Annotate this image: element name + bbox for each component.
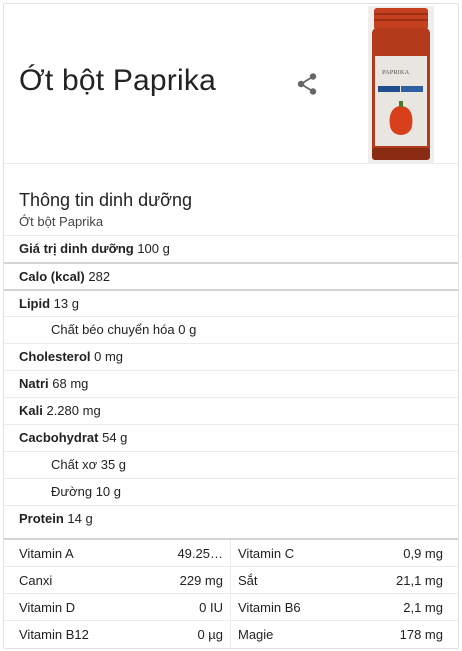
row-label: Giá trị dinh dưỡng <box>19 241 134 256</box>
product-image[interactable]: PAPRIKA <box>368 6 434 163</box>
vitamin-value: 0 µg <box>197 627 223 642</box>
panel-header: Ớt bột Paprika PAPRIKA <box>4 4 458 164</box>
row-label: Đường <box>51 484 93 499</box>
row-value: 282 <box>88 269 111 284</box>
vitamin-name: Sắt <box>238 573 258 588</box>
nutrition-row: Kali 2.280 mg <box>4 397 458 424</box>
row-label: Chất xơ <box>51 457 98 472</box>
vitamin-row: Vitamin D 0 IU Vitamin B6 2,1 mg <box>4 594 458 621</box>
vitamin-name: Vitamin B12 <box>19 627 89 642</box>
vitamin-value: 0 IU <box>199 600 223 615</box>
row-value: 13 g <box>53 296 79 311</box>
nutrition-row: Cholesterol 0 mg <box>4 343 458 370</box>
column-divider <box>230 594 231 621</box>
nutrition-row: Protein 14 g <box>4 505 458 532</box>
row-label: Chất béo chuyển hóa <box>51 322 175 337</box>
row-value: 35 g <box>100 457 127 472</box>
column-divider <box>230 540 231 567</box>
vitamin-name: Canxi <box>19 573 53 588</box>
row-value: 0 g <box>178 322 197 337</box>
vitamin-name: Magie <box>238 627 274 642</box>
row-label: Cacbohydrat <box>19 430 99 445</box>
vitamin-value: 229 mg <box>179 573 223 588</box>
vitamin-value: 178 mg <box>399 627 443 642</box>
knowledge-panel: Ớt bột Paprika PAPRIKA Thông tin dinh dư… <box>3 3 459 649</box>
vitamin-value: 2,1 mg <box>403 600 443 615</box>
vitamin-name: Vitamin B6 <box>238 600 301 615</box>
row-value: 10 g <box>95 484 122 499</box>
nutrition-row: Giá trị dinh dưỡng 100 g <box>4 235 458 262</box>
row-value: 100 g <box>137 241 170 256</box>
nutrition-heading: Thông tin dinh dưỡng <box>19 190 192 210</box>
nutrition-row: Cacbohydrat 54 g <box>4 424 458 451</box>
vitamin-name: Vitamin D <box>19 600 76 615</box>
share-icon[interactable] <box>296 72 318 96</box>
vitamin-row: Canxi 229 mg Sắt 21,1 mg <box>4 567 458 594</box>
vitamin-table: Vitamin A 49.25… Vitamin C 0,9 mg Canxi … <box>4 538 458 648</box>
row-value: 14 g <box>67 511 93 526</box>
row-label: Natri <box>19 376 49 391</box>
vitamin-row: Vitamin A 49.25… Vitamin C 0,9 mg <box>4 540 458 567</box>
jar-label-text: PAPRIKA <box>382 69 410 76</box>
nutrition-row: Chất béo chuyển hóa 0 g <box>4 316 458 343</box>
row-value: 68 mg <box>52 376 89 391</box>
nutrition-subheading: Ớt bột Paprika <box>19 214 104 229</box>
page-title: Ớt bột Paprika <box>19 64 216 97</box>
row-label: Protein <box>19 511 64 526</box>
nutrition-row: Calo (kcal) 282 <box>4 262 458 289</box>
nutrition-row: Lipid 13 g <box>4 289 458 316</box>
vitamin-name: Vitamin A <box>19 546 74 561</box>
row-label: Cholesterol <box>19 349 91 364</box>
nutrition-row: Chất xơ 35 g <box>4 451 458 478</box>
row-label: Kali <box>19 403 43 418</box>
column-divider <box>230 621 231 648</box>
vitamin-value: 49.25… <box>177 546 223 561</box>
nutrition-row: Natri 68 mg <box>4 370 458 397</box>
vitamin-value: 0,9 mg <box>403 546 443 561</box>
vitamin-name: Vitamin C <box>238 546 295 561</box>
row-label: Calo (kcal) <box>19 269 85 284</box>
vitamin-row: Vitamin B12 0 µg Magie 178 mg <box>4 621 458 648</box>
row-value: 2.280 mg <box>46 403 101 418</box>
row-value: 0 mg <box>94 349 124 364</box>
column-divider <box>230 567 231 594</box>
nutrition-table: Giá trị dinh dưỡng 100 g Calo (kcal) 282… <box>4 235 458 532</box>
row-label: Lipid <box>19 296 51 311</box>
row-value: 54 g <box>102 430 128 445</box>
vitamin-value: 21,1 mg <box>396 573 443 588</box>
nutrition-row: Đường 10 g <box>4 478 458 505</box>
